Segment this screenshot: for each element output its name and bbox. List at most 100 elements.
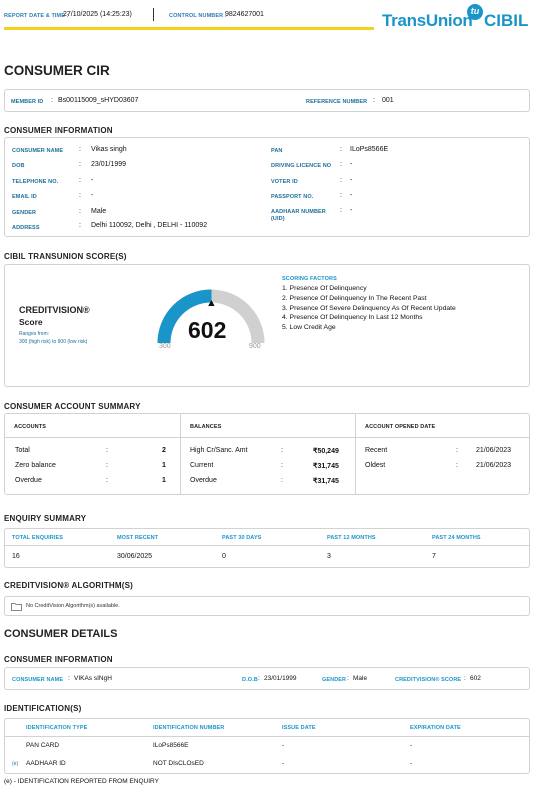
aadhaar-value: -: [350, 207, 353, 214]
gender-label: GENDER: [12, 210, 37, 216]
scoring-factor-2: 2. Presence Of Delinquency In The Recent…: [282, 295, 427, 302]
aadhaar-colon: :: [340, 207, 342, 214]
enquiry-header-total: TOTAL ENQUIRIES: [12, 535, 64, 541]
consumer-information-title: CONSUMER INFORMATION: [4, 126, 113, 135]
enquiry-header-12m: PAST 12 MONTHS: [327, 535, 376, 541]
pan-value: ILoPs8566E: [350, 146, 389, 153]
details-gender-value: Male: [353, 675, 368, 682]
account-summary-title: CONSUMER ACCOUNT SUMMARY: [4, 402, 141, 411]
scoring-factor-3: 3. Presence Of Severe Delinquency As Of …: [282, 305, 456, 312]
accounts-total-label: Total: [15, 447, 30, 454]
details-dob-label: D.O.B: [242, 677, 258, 683]
consumer-name-colon: :: [79, 146, 81, 153]
details-name-value: VIKAs sINgH: [74, 675, 112, 682]
passport-colon: :: [340, 192, 342, 199]
email-value: -: [91, 192, 94, 199]
accounts-total-value: 2: [162, 447, 166, 454]
balance-high-label: High Cr/Sanc. Amt: [190, 447, 248, 454]
details-dob-value: 23/01/1999: [264, 675, 297, 682]
consumer-details-box: CONSUMER NAME : VIKAs sINgH D.O.B : 23/0…: [4, 667, 530, 690]
address-colon: :: [79, 222, 81, 229]
scoring-factor-5: 5. Low Credit Age: [282, 324, 336, 331]
report-date-label: REPORT DATE & TIME :: [4, 13, 69, 19]
scoring-factor-1: 1. Presence Of Delinquency: [282, 285, 367, 292]
opened-header: ACCOUNT OPENED DATE: [365, 424, 436, 430]
email-colon: :: [79, 192, 81, 199]
enquiry-header-30d: PAST 30 DAYS: [222, 535, 262, 541]
accounts-zero-value: 1: [162, 462, 166, 469]
address-value: Delhi 110092, Delhi , DELHI - 110092: [91, 222, 208, 229]
control-number-label: CONTROL NUMBER :: [169, 13, 227, 19]
algorithm-message: No CreditVision Algorithm(s) available.: [26, 603, 120, 609]
consumer-name-label: CONSUMER NAME: [12, 148, 64, 154]
summary-header-rule: [5, 437, 529, 438]
brand-cibil: CIBIL: [484, 11, 529, 30]
creditvision-score-label: Score: [19, 317, 43, 327]
id-row-2-number: NOT DIsCLOsED: [153, 760, 204, 767]
transunion-cibil-logo: TransUnion CIBIL tu: [382, 4, 534, 35]
details-dob-colon: :: [258, 675, 260, 682]
aadhaar-label: AADHAAR NUMBER (UID): [271, 209, 326, 222]
details-score-label: CREDITVISION® SCORE: [395, 677, 462, 683]
identification-header-number: IDENTIFICATION NUMBER: [153, 725, 225, 731]
voter-id-value: -: [350, 177, 353, 184]
header-divider: [153, 8, 154, 21]
telephone-label: TELEPHONE NO.: [12, 179, 59, 185]
passport-label: PASSPORT NO.: [271, 194, 314, 200]
header-yellow-rule: [4, 27, 374, 30]
id-row-1-issue: -: [282, 742, 285, 749]
account-summary-box: ACCOUNTS BALANCES ACCOUNT OPENED DATE To…: [4, 413, 530, 495]
summary-divider-2: [355, 414, 356, 494]
accounts-overdue-colon: :: [106, 477, 108, 484]
enquiry-summary-title: ENQUIRY SUMMARY: [4, 514, 87, 523]
opened-recent-label: Recent: [365, 447, 388, 454]
opened-recent-value: 21/06/2023: [476, 447, 512, 454]
gender-colon: :: [79, 208, 81, 215]
accounts-zero-label: Zero balance: [15, 462, 56, 469]
id-row-2-marker: (e): [12, 761, 19, 767]
opened-oldest-value: 21/06/2023: [476, 462, 512, 469]
accounts-overdue-label: Overdue: [15, 477, 42, 484]
enquiry-30d-value: 0: [222, 553, 226, 560]
dob-value: 23/01/1999: [91, 161, 127, 168]
balances-header: BALANCES: [190, 424, 222, 430]
voter-id-colon: :: [340, 177, 342, 184]
passport-value: -: [350, 192, 353, 199]
balance-high-value: ₹50,249: [313, 448, 339, 455]
balance-current-colon: :: [281, 462, 283, 469]
balance-high-colon: :: [281, 447, 283, 454]
details-gender-colon: :: [347, 675, 349, 682]
consumer-details-info-title: CONSUMER INFORMATION: [4, 655, 113, 664]
id-row-2-expiry: -: [410, 760, 413, 767]
id-row-1-type: PAN CARD: [26, 742, 60, 749]
driving-licence-colon: :: [340, 161, 342, 168]
accounts-overdue-value: 1: [162, 477, 166, 484]
summary-divider-1: [180, 414, 181, 494]
gauge-max-label: 900: [249, 343, 261, 350]
details-name-colon: :: [68, 675, 70, 682]
identification-header-issue: ISSUE DATE: [282, 725, 316, 731]
folder-icon: [11, 603, 22, 611]
balance-overdue-value: ₹31,745: [313, 478, 339, 485]
ranges-label: Ranges from:: [19, 331, 50, 337]
enquiry-24m-value: 7: [432, 553, 436, 560]
scoring-factors-title: SCORING FACTORS: [282, 276, 337, 282]
algorithm-title: CREDITVISION® ALGORITHM(S): [4, 581, 134, 590]
identification-header-expiry: EXPIRATION DATE: [410, 725, 461, 731]
identification-header-type: IDENTIFICATION TYPE: [26, 725, 88, 731]
control-number-value: 9824627001: [225, 11, 264, 18]
address-label: ADDRESS: [12, 225, 40, 231]
member-id-label: MEMBER ID: [11, 99, 44, 105]
details-name-label: CONSUMER NAME: [12, 677, 64, 683]
enquiry-12m-value: 3: [327, 553, 331, 560]
telephone-colon: :: [79, 177, 81, 184]
balance-overdue-label: Overdue: [190, 477, 217, 484]
accounts-header: ACCOUNTS: [14, 424, 46, 430]
id-row-2-type: AADHAAR ID: [26, 760, 66, 767]
accounts-zero-colon: :: [106, 462, 108, 469]
scoring-factor-4: 4. Presence Of Delinquency In Last 12 Mo…: [282, 314, 423, 321]
details-score-value: 602: [470, 675, 481, 682]
member-id-colon: :: [51, 97, 53, 104]
balance-current-label: Current: [190, 462, 214, 469]
member-id-value: Bs00115009_sHYD03607: [58, 97, 139, 104]
